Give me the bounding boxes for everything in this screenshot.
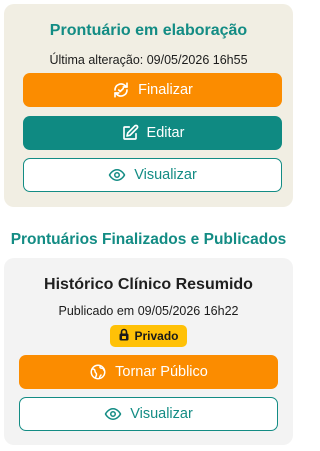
- draft-record-card: Prontuário em elaboração Última alteraçã…: [4, 4, 293, 207]
- view-draft-button[interactable]: Visualizar: [23, 158, 282, 192]
- globe-icon: [89, 363, 107, 381]
- status-badge: Privado: [110, 325, 187, 347]
- published-at-text: Publicado em 09/05/2026 16h22: [58, 304, 239, 318]
- draft-card-title: Prontuário em elaboração: [49, 22, 248, 39]
- view-published-button[interactable]: Visualizar: [19, 397, 278, 431]
- edit-icon: [121, 124, 139, 142]
- status-badge-label: Privado: [134, 329, 179, 343]
- view-published-label: Visualizar: [130, 406, 193, 422]
- finalize-label: Finalizar: [138, 82, 193, 98]
- record-title: Histórico Clínico Resumido: [44, 276, 253, 293]
- edit-label: Editar: [146, 125, 185, 141]
- eye-icon: [108, 166, 126, 184]
- refresh-check-icon: [112, 81, 130, 99]
- finalize-button[interactable]: Finalizar: [23, 73, 282, 107]
- view-draft-label: Visualizar: [134, 167, 197, 183]
- make-public-label: Tornar Público: [115, 364, 208, 380]
- last-change-text: Última alteração: 09/05/2026 16h55: [49, 53, 248, 67]
- eye-icon: [104, 405, 122, 423]
- edit-button[interactable]: Editar: [23, 116, 282, 150]
- lock-icon: [118, 328, 130, 344]
- make-public-button[interactable]: Tornar Público: [19, 355, 278, 389]
- published-section-title: Prontuários Finalizados e Publicados: [10, 231, 287, 248]
